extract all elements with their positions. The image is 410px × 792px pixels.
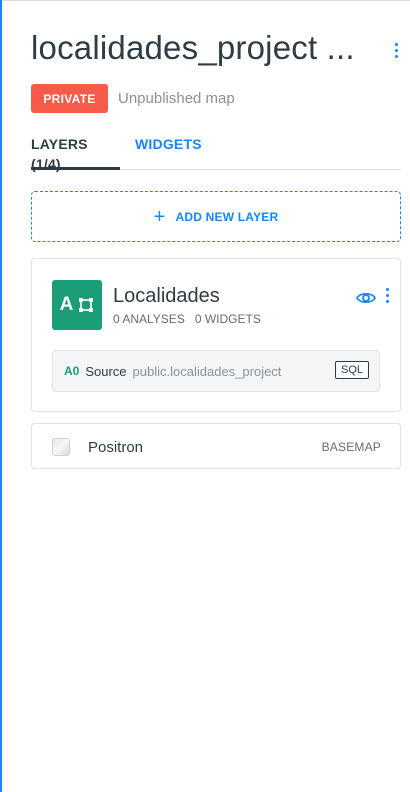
tab-widgets[interactable]: WIDGETS bbox=[135, 134, 202, 170]
polygon-nodes-icon bbox=[79, 298, 94, 312]
source-table-name: public.localidades_project bbox=[132, 363, 282, 379]
add-new-layer-label: ADD NEW LAYER bbox=[175, 209, 279, 224]
layer-name[interactable]: Localidades bbox=[113, 285, 220, 308]
visibility-eye-icon[interactable] bbox=[355, 288, 377, 308]
map-options-icon[interactable] bbox=[393, 43, 399, 61]
layer-options-icon[interactable] bbox=[384, 288, 390, 306]
basemap-name: Positron bbox=[88, 439, 144, 456]
basemap-tag: BASEMAP bbox=[321, 440, 381, 454]
map-meta: PRIVATE Unpublished map bbox=[31, 84, 235, 113]
add-new-layer-button[interactable]: + ADD NEW LAYER bbox=[31, 191, 401, 242]
source-id: A0 bbox=[64, 364, 80, 378]
tab-layers[interactable]: LAYERS (1/4) bbox=[31, 134, 120, 172]
sql-tag: SQL bbox=[334, 361, 369, 379]
layer-letter: A bbox=[59, 294, 74, 315]
layer-widgets-count: 0 WIDGETS bbox=[194, 312, 261, 326]
tab-bar: LAYERS (1/4) WIDGETS bbox=[31, 134, 401, 172]
publish-status: Unpublished map bbox=[118, 90, 235, 107]
layer-card[interactable]: A Localidades 0 ANALYSES 0 WIDGETS A0 So… bbox=[31, 258, 401, 412]
layer-stats: 0 ANALYSES 0 WIDGETS bbox=[113, 312, 261, 326]
layer-analyses-count: 0 ANALYSES bbox=[113, 312, 185, 326]
plus-icon: + bbox=[153, 205, 166, 228]
layer-thumbnail[interactable]: A bbox=[52, 280, 102, 330]
map-title[interactable]: localidades_project ... bbox=[31, 29, 401, 67]
editor-panel: localidades_project ... PRIVATE Unpublis… bbox=[2, 1, 410, 792]
map-header: localidades_project ... bbox=[31, 29, 401, 67]
source-label: Source bbox=[85, 363, 127, 379]
privacy-badge[interactable]: PRIVATE bbox=[31, 84, 108, 113]
basemap-card[interactable]: Positron BASEMAP bbox=[31, 423, 401, 469]
basemap-thumbnail bbox=[52, 438, 70, 456]
layer-source[interactable]: A0 Source public.localidades_project SQL bbox=[52, 350, 380, 392]
